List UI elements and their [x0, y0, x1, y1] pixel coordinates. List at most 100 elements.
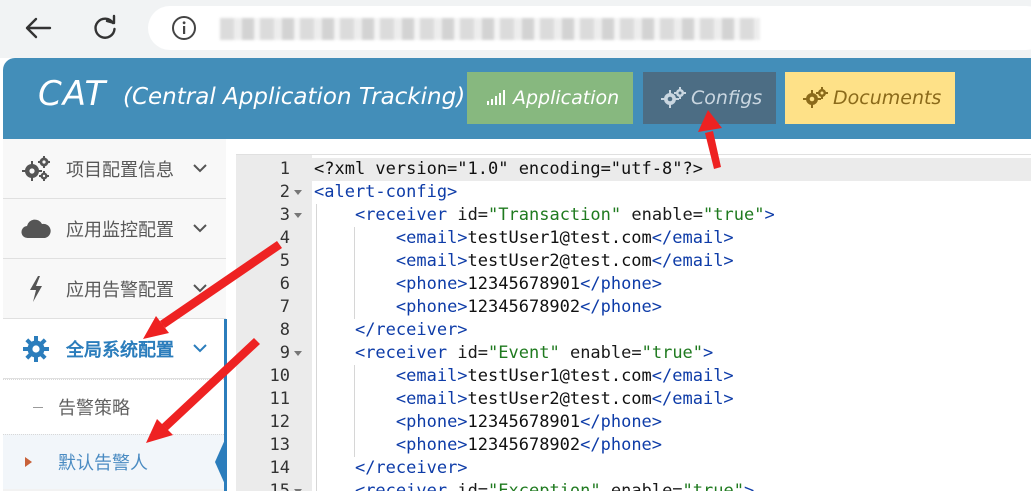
line-number: 15 [269, 481, 290, 491]
line-number: 2 [279, 182, 290, 202]
code-line[interactable]: 8 </receiver> [236, 319, 1031, 342]
xml-tag: <email> [395, 389, 468, 409]
configs-button-label: Configs [691, 87, 763, 109]
xml-tag: </phone> [580, 297, 663, 317]
sub-item-default-alert-receiver[interactable]: 默认告警人 [3, 434, 227, 489]
code-line[interactable]: 1 <?xml version="1.0" encoding="utf-8"?> [236, 158, 1031, 181]
xml-value: "true" [682, 481, 744, 491]
back-button[interactable] [20, 10, 56, 46]
code-line[interactable]: 5 <email>testUser2@test.com</email> [236, 250, 1031, 273]
sub-item-label: 告警策略 [58, 398, 130, 419]
xml-value: "Event" [488, 343, 560, 363]
gears-icon [661, 87, 687, 109]
cloud-icon [21, 214, 51, 244]
xml-attr: enable= [631, 205, 704, 225]
xml-tag: </email> [651, 228, 734, 248]
xml-tag: <phone> [395, 297, 468, 317]
xml-tag: <phone> [395, 435, 468, 455]
xml-tag: > [764, 205, 775, 225]
sub-item-label: 默认告警人 [58, 453, 148, 474]
chevron-down-icon [193, 164, 207, 173]
code-line[interactable]: 6 <phone>12345678901</phone> [236, 273, 1031, 296]
sidebar: 项目配置信息 应用监控配置 应用告警配置 全局系统配置 告警策略 默认告警人 [3, 139, 227, 491]
sidebar-item-project-config[interactable]: 项目配置信息 [3, 139, 226, 199]
xml-text: 12345678901 [467, 412, 581, 432]
sidebar-item-label: 项目配置信息 [66, 159, 174, 181]
code-line[interactable]: 11 <email>testUser2@test.com</email> [236, 388, 1031, 411]
indent-guide [354, 365, 355, 457]
fold-arrow-icon[interactable] [294, 351, 302, 356]
sub-item-alert-policy[interactable]: 告警策略 [3, 379, 224, 434]
xml-tag: </phone> [580, 412, 663, 432]
code-line[interactable]: 2 <alert-config> [236, 181, 1031, 204]
application-button-label: Application [513, 87, 620, 109]
sidebar-item-label: 全局系统配置 [66, 339, 174, 361]
code-line[interactable]: 3 <receiver id="Transaction" enable="tru… [236, 204, 1031, 227]
url-text-blurred[interactable] [220, 18, 760, 40]
xml-editor[interactable]: 1 <?xml version="1.0" encoding="utf-8"?>… [236, 154, 1031, 491]
bar-chart-icon [485, 89, 509, 107]
browser-toolbar [0, 0, 1031, 58]
gear-icon [21, 334, 51, 364]
code-line[interactable]: 10 <email>testUser1@test.com</email> [236, 365, 1031, 388]
xml-text: testUser1@test.com [467, 366, 652, 386]
application-button[interactable]: Application [467, 72, 633, 124]
line-number: 11 [269, 389, 290, 409]
xml-tag: > [743, 481, 755, 491]
line-number: 14 [269, 458, 290, 478]
active-indicator [224, 319, 227, 491]
xml-tag: <receiver [354, 481, 448, 491]
xml-text: testUser1@test.com [467, 228, 652, 248]
xml-tag: <receiver [354, 205, 448, 225]
xml-text: testUser2@test.com [467, 251, 652, 271]
brand-logo[interactable]: CAT [38, 74, 106, 114]
configs-button[interactable]: Configs [643, 72, 776, 124]
address-bar[interactable] [148, 6, 1031, 50]
line-number: 7 [279, 297, 290, 317]
fold-arrow-icon[interactable] [294, 213, 302, 218]
code-line[interactable]: 4 <email>testUser1@test.com</email> [236, 227, 1031, 250]
xml-attr: id= [457, 481, 489, 491]
reload-button[interactable] [87, 10, 123, 46]
xml-tag: <phone> [395, 412, 468, 432]
fold-arrow-icon[interactable] [294, 190, 302, 195]
xml-tag: </receiver> [354, 320, 468, 340]
xml-attr: id= [457, 205, 489, 225]
line-number: 10 [269, 366, 290, 386]
line-number: 4 [279, 228, 290, 248]
code-line[interactable]: 13 <phone>12345678902</phone> [236, 434, 1031, 457]
code-line[interactable]: 14 </receiver> [236, 457, 1031, 480]
code-line[interactable]: 15 <receiver id="Exception" enable="true… [236, 480, 1031, 491]
xml-attr: id= [457, 343, 489, 363]
documents-button[interactable]: Documents [785, 72, 955, 124]
sidebar-item-global-system-config[interactable]: 全局系统配置 [3, 319, 226, 379]
reload-icon [94, 14, 116, 39]
line-number: 1 [279, 159, 290, 179]
sidebar-item-app-alert-config[interactable]: 应用告警配置 [3, 259, 226, 319]
xml-value: "Exception" [488, 481, 601, 491]
sidebar-item-app-monitor-config[interactable]: 应用监控配置 [3, 199, 226, 259]
chevron-down-icon [193, 224, 207, 233]
line-number: 6 [279, 274, 290, 294]
xml-text: 12345678902 [467, 297, 581, 317]
code-line[interactable]: 12 <phone>12345678901</phone> [236, 411, 1031, 434]
xml-attr: enable= [569, 343, 642, 363]
line-number: 12 [269, 412, 290, 432]
line-number: 3 [279, 205, 290, 225]
xml-tag: </email> [651, 389, 734, 409]
caret-right-icon [25, 457, 32, 467]
xml-tag: <email> [395, 228, 468, 248]
xml-tag: </phone> [580, 435, 663, 455]
code-line[interactable]: 9 <receiver id="Event" enable="true"> [236, 342, 1031, 365]
code-line[interactable]: 7 <phone>12345678902</phone> [236, 296, 1031, 319]
xml-attr: enable= [610, 481, 683, 491]
xml-tag: <email> [395, 366, 468, 386]
bolt-icon [21, 274, 51, 304]
sidebar-item-label: 应用告警配置 [66, 279, 174, 301]
indent-guide [316, 204, 317, 491]
arrow-left-icon [25, 17, 52, 39]
xml-value: "Transaction" [488, 205, 622, 225]
indent-guide [354, 227, 355, 319]
line-number: 8 [279, 320, 290, 340]
info-icon[interactable] [171, 15, 197, 41]
